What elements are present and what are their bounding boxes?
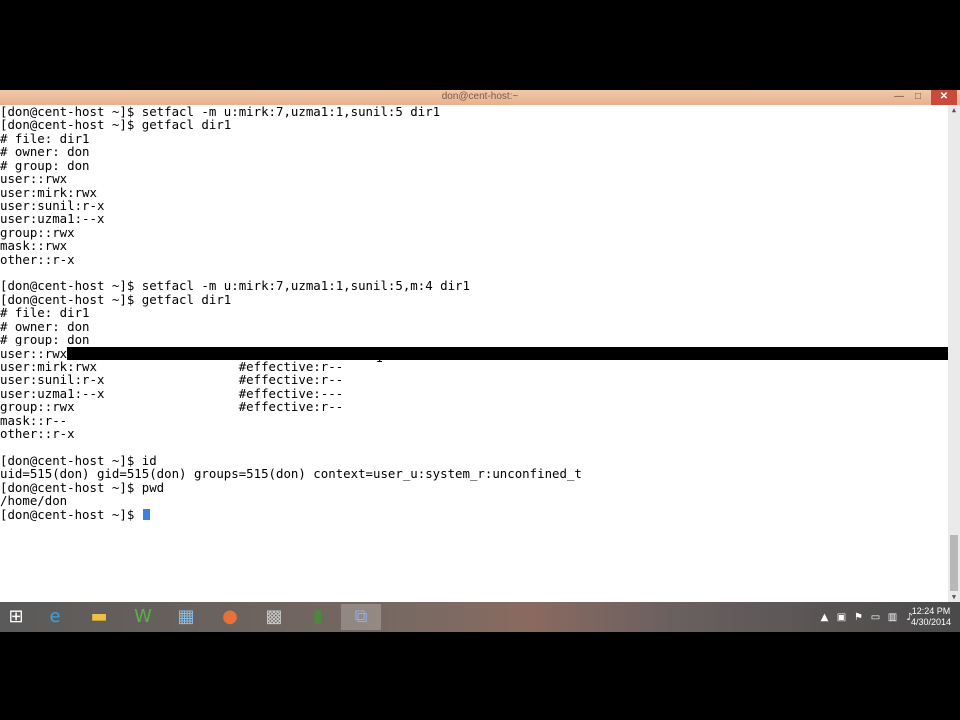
taskbar-calculator-button[interactable]: ▦ <box>166 604 206 630</box>
terminal-line-text: [don@cent-host ~]$ <box>0 506 142 522</box>
terminal-lines: [don@cent-host ~]$ setfacl -m u:mirk:7,u… <box>0 105 948 521</box>
taskbar-firefox-button[interactable]: ● <box>210 604 250 630</box>
flag-icon[interactable]: ⚑ <box>852 612 865 623</box>
terminal-line: user:uzma1:--x #effective:--- <box>0 387 948 400</box>
terminal-line: [don@cent-host ~]$ getfacl dir1 <box>0 293 948 306</box>
terminal-line: # group: don <box>0 333 948 346</box>
terminal-window: don@cent-host:~ — □ ✕ [don@cent-host ~]$… <box>0 90 960 602</box>
terminal-line: mask::rwx <box>0 239 948 252</box>
terminal-line: # file: dir1 <box>0 306 948 319</box>
maximize-button[interactable]: □ <box>907 90 929 105</box>
terminal-line: group::rwx <box>0 226 948 239</box>
taskbar-app-button[interactable]: ▩ <box>254 604 294 630</box>
vertical-scrollbar[interactable]: ▲ ▼ <box>948 105 960 602</box>
taskbar: ⊞ e ▬ W ▦ ● ▩ ▮ ⧉ ▲ ▣ ⚑ ▭ ▥ ♪ 12:24 PM 4/30/201… <box>0 602 960 632</box>
terminal-line: user:sunil:r-x <box>0 199 948 212</box>
i-beam-cursor-icon: I <box>376 351 384 365</box>
network-icon[interactable]: ▥ <box>886 612 899 623</box>
windows-logo-icon: ⊞ <box>8 606 24 627</box>
window-title: don@cent-host:~ <box>441 91 519 102</box>
terminal-line: user:mirk:rwx #effective:r-- <box>0 360 948 373</box>
tray-app-icon[interactable]: ▣ <box>835 612 848 623</box>
clock-time: 12:24 PM <box>911 606 951 616</box>
terminal-line: user::rwx <box>0 345 948 361</box>
file-explorer-icon: ▬ <box>90 606 108 627</box>
terminal-line: user:sunil:r-x #effective:r-- <box>0 373 948 386</box>
terminal-line: uid=515(don) gid=515(don) groups=515(don… <box>0 467 948 480</box>
terminal-line: # owner: don <box>0 145 948 158</box>
ie-icon: e <box>49 606 61 627</box>
terminal-line: [don@cent-host ~]$ id <box>0 454 948 467</box>
notepad-icon: ▮ <box>313 606 323 627</box>
terminal-line: user:uzma1:--x <box>0 212 948 225</box>
start-button[interactable]: ⊞ <box>0 604 32 630</box>
taskbar-word-button[interactable]: W <box>123 604 163 630</box>
clock-date: 4/30/2014 <box>910 617 952 627</box>
taskbar-file-explorer-button[interactable]: ▬ <box>79 604 119 630</box>
terminal-line: # group: don <box>0 158 948 172</box>
title-bar[interactable]: don@cent-host:~ — □ ✕ <box>0 90 960 105</box>
text-cursor <box>142 508 150 520</box>
close-button[interactable]: ✕ <box>931 90 957 105</box>
terminal-line-text: # group: don <box>0 332 90 348</box>
putty-icon: ⧉ <box>354 606 368 627</box>
terminal-line-text: other::r-x <box>0 251 75 267</box>
scroll-down-icon[interactable]: ▼ <box>948 592 960 602</box>
terminal-line: [don@cent-host ~]$ <box>0 506 948 522</box>
terminal-line: other::r-x <box>0 251 948 267</box>
system-tray: ▲ ▣ ⚑ ▭ ▥ ♪ <box>818 606 916 628</box>
display-icon[interactable]: ▭ <box>869 612 882 623</box>
app-icon: ▩ <box>265 606 283 627</box>
word-icon: W <box>134 606 152 627</box>
terminal-line: user:mirk:rwx <box>0 185 948 199</box>
clock[interactable]: 12:24 PM 4/30/2014 <box>905 606 957 628</box>
taskbar-notepad-button[interactable]: ▮ <box>298 604 338 630</box>
terminal-output[interactable]: [don@cent-host ~]$ setfacl -m u:mirk:7,u… <box>0 105 948 602</box>
terminal-line: other::r-x <box>0 427 948 440</box>
terminal-line: /home/don <box>0 494 948 507</box>
scroll-up-icon[interactable]: ▲ <box>948 105 960 115</box>
terminal-line-text: other::r-x <box>0 426 75 442</box>
taskbar-ie-button[interactable]: e <box>35 604 75 630</box>
terminal-line: group::rwx #effective:r-- <box>0 400 948 413</box>
scroll-thumb[interactable] <box>950 535 958 591</box>
calculator-icon: ▦ <box>177 606 195 627</box>
terminal-line: [don@cent-host ~]$ setfacl -m u:mirk:7,u… <box>0 279 948 292</box>
terminal-line: [don@cent-host ~]$ pwd <box>0 481 948 494</box>
terminal-line: # file: dir1 <box>0 132 948 145</box>
terminal-line: mask::r-- <box>0 413 948 427</box>
terminal-line: [don@cent-host ~]$ getfacl dir1 <box>0 118 948 131</box>
firefox-icon: ● <box>222 606 238 627</box>
tray-expand-icon[interactable]: ▲ <box>818 612 831 623</box>
terminal-line: [don@cent-host ~]$ setfacl -m u:mirk:7,u… <box>0 105 948 118</box>
terminal-line: user::rwx <box>0 172 948 185</box>
taskbar-putty-button[interactable]: ⧉ <box>341 604 381 630</box>
terminal-line: # owner: don <box>0 320 948 333</box>
